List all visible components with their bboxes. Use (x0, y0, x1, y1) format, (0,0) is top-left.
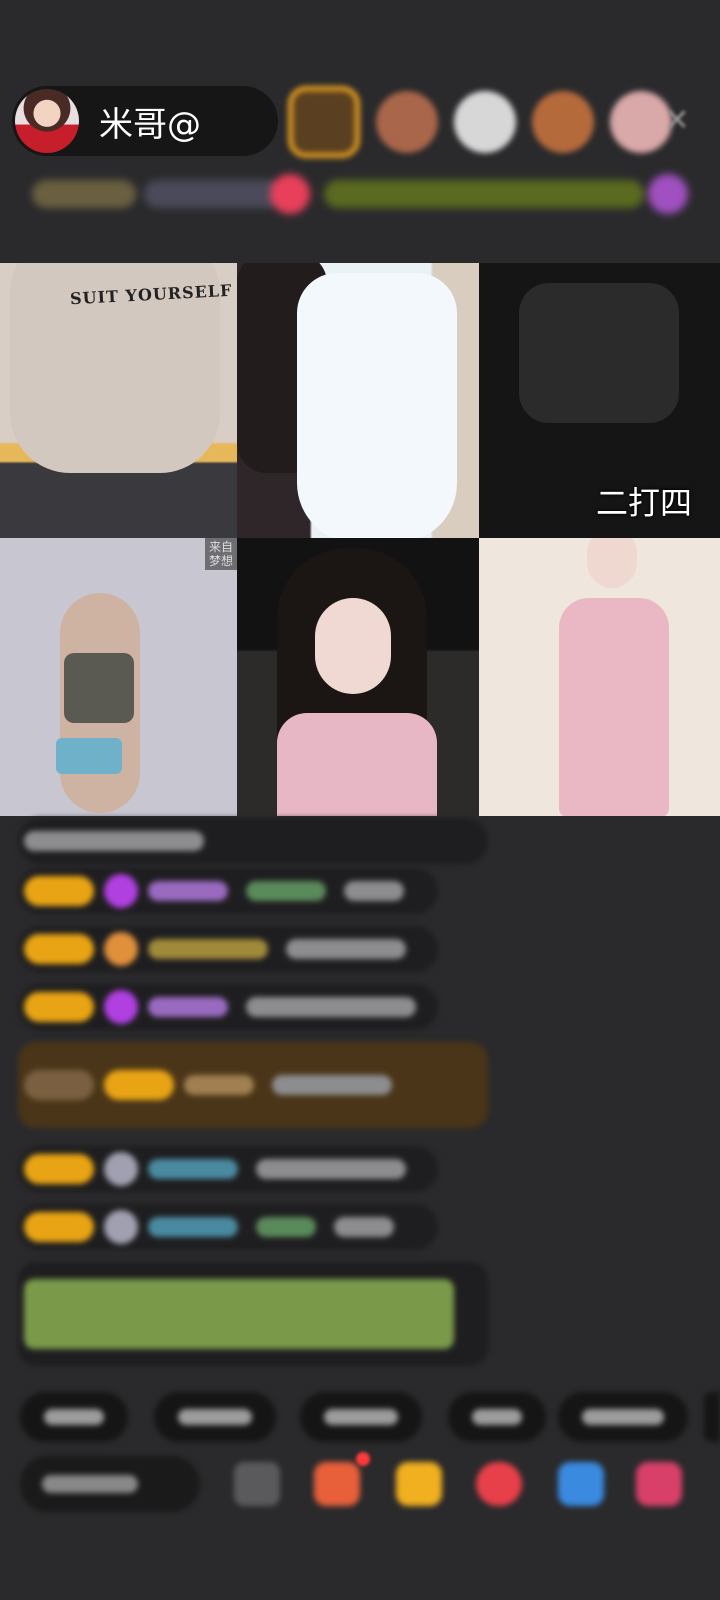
rank-badge[interactable] (32, 180, 136, 208)
gift-box-icon[interactable] (396, 1462, 442, 1506)
guest-figure (559, 598, 669, 816)
viewer-avatar[interactable] (454, 91, 516, 153)
guest-figure (587, 538, 637, 588)
chat-message[interactable] (18, 1042, 488, 1128)
quick-reply-chip[interactable] (448, 1392, 546, 1442)
guest-figure (277, 713, 437, 816)
gift-icon[interactable] (636, 1462, 682, 1506)
guest-video-tile[interactable]: 二打四 (479, 263, 720, 538)
guest-figure (519, 283, 679, 423)
comment-input[interactable] (20, 1456, 200, 1512)
badge-line: 来自 (208, 540, 233, 554)
viewer-avatar[interactable] (376, 91, 438, 153)
chat-message[interactable] (18, 926, 438, 972)
viewer-avatar[interactable] (288, 86, 360, 158)
quick-reply-chip[interactable] (558, 1392, 688, 1442)
quick-reply-chip[interactable] (20, 1392, 128, 1442)
viewer-avatars-row (288, 86, 688, 158)
chat-message[interactable] (18, 1146, 438, 1192)
quick-reply-chip[interactable] (154, 1392, 276, 1442)
link-icon[interactable] (476, 1462, 522, 1506)
guest-video-tile[interactable]: SUIT YOURSELF (0, 263, 237, 538)
quick-reply-chip[interactable] (300, 1392, 422, 1442)
chat-message[interactable] (18, 818, 488, 864)
notification-dot (356, 1452, 370, 1466)
activity-tags[interactable] (324, 180, 644, 208)
chat-message[interactable] (18, 868, 438, 914)
viewer-avatar[interactable] (532, 91, 594, 153)
close-icon[interactable]: ✕ (660, 104, 694, 138)
guest-video-tile[interactable] (479, 538, 720, 816)
shopping-icon[interactable] (314, 1462, 360, 1506)
guest-figure (315, 598, 391, 694)
guest-video-tile[interactable] (237, 538, 479, 816)
quick-reply-chip[interactable] (704, 1392, 720, 1442)
multi-guest-video-grid: SUIT YOURSELF 二打四 来自 梦想 (0, 263, 720, 816)
quick-reply-chips (20, 1392, 720, 1442)
chat-message[interactable] (18, 1204, 438, 1250)
hot-icon[interactable] (270, 174, 310, 214)
guest-figure (297, 273, 457, 538)
badge-line: 梦想 (208, 554, 233, 568)
host-info-pill[interactable]: 米哥@ (12, 86, 278, 156)
game-icon[interactable] (558, 1462, 604, 1506)
tile-caption: 二打四 (595, 484, 692, 522)
guest-video-tile[interactable] (237, 263, 479, 538)
system-notice (18, 1262, 488, 1366)
guest-figure (64, 653, 134, 723)
activity-icon[interactable] (648, 174, 688, 214)
host-avatar[interactable] (15, 89, 79, 153)
tile-source-badge: 来自 梦想 (204, 538, 237, 570)
host-name: 米哥@ (99, 104, 201, 145)
chat-message[interactable] (18, 984, 438, 1030)
guest-figure (56, 738, 122, 774)
emoji-icon[interactable] (234, 1462, 280, 1506)
room-info-row (18, 172, 692, 216)
guest-video-tile[interactable]: 来自 梦想 (0, 538, 237, 816)
popularity-badge[interactable] (144, 180, 284, 208)
